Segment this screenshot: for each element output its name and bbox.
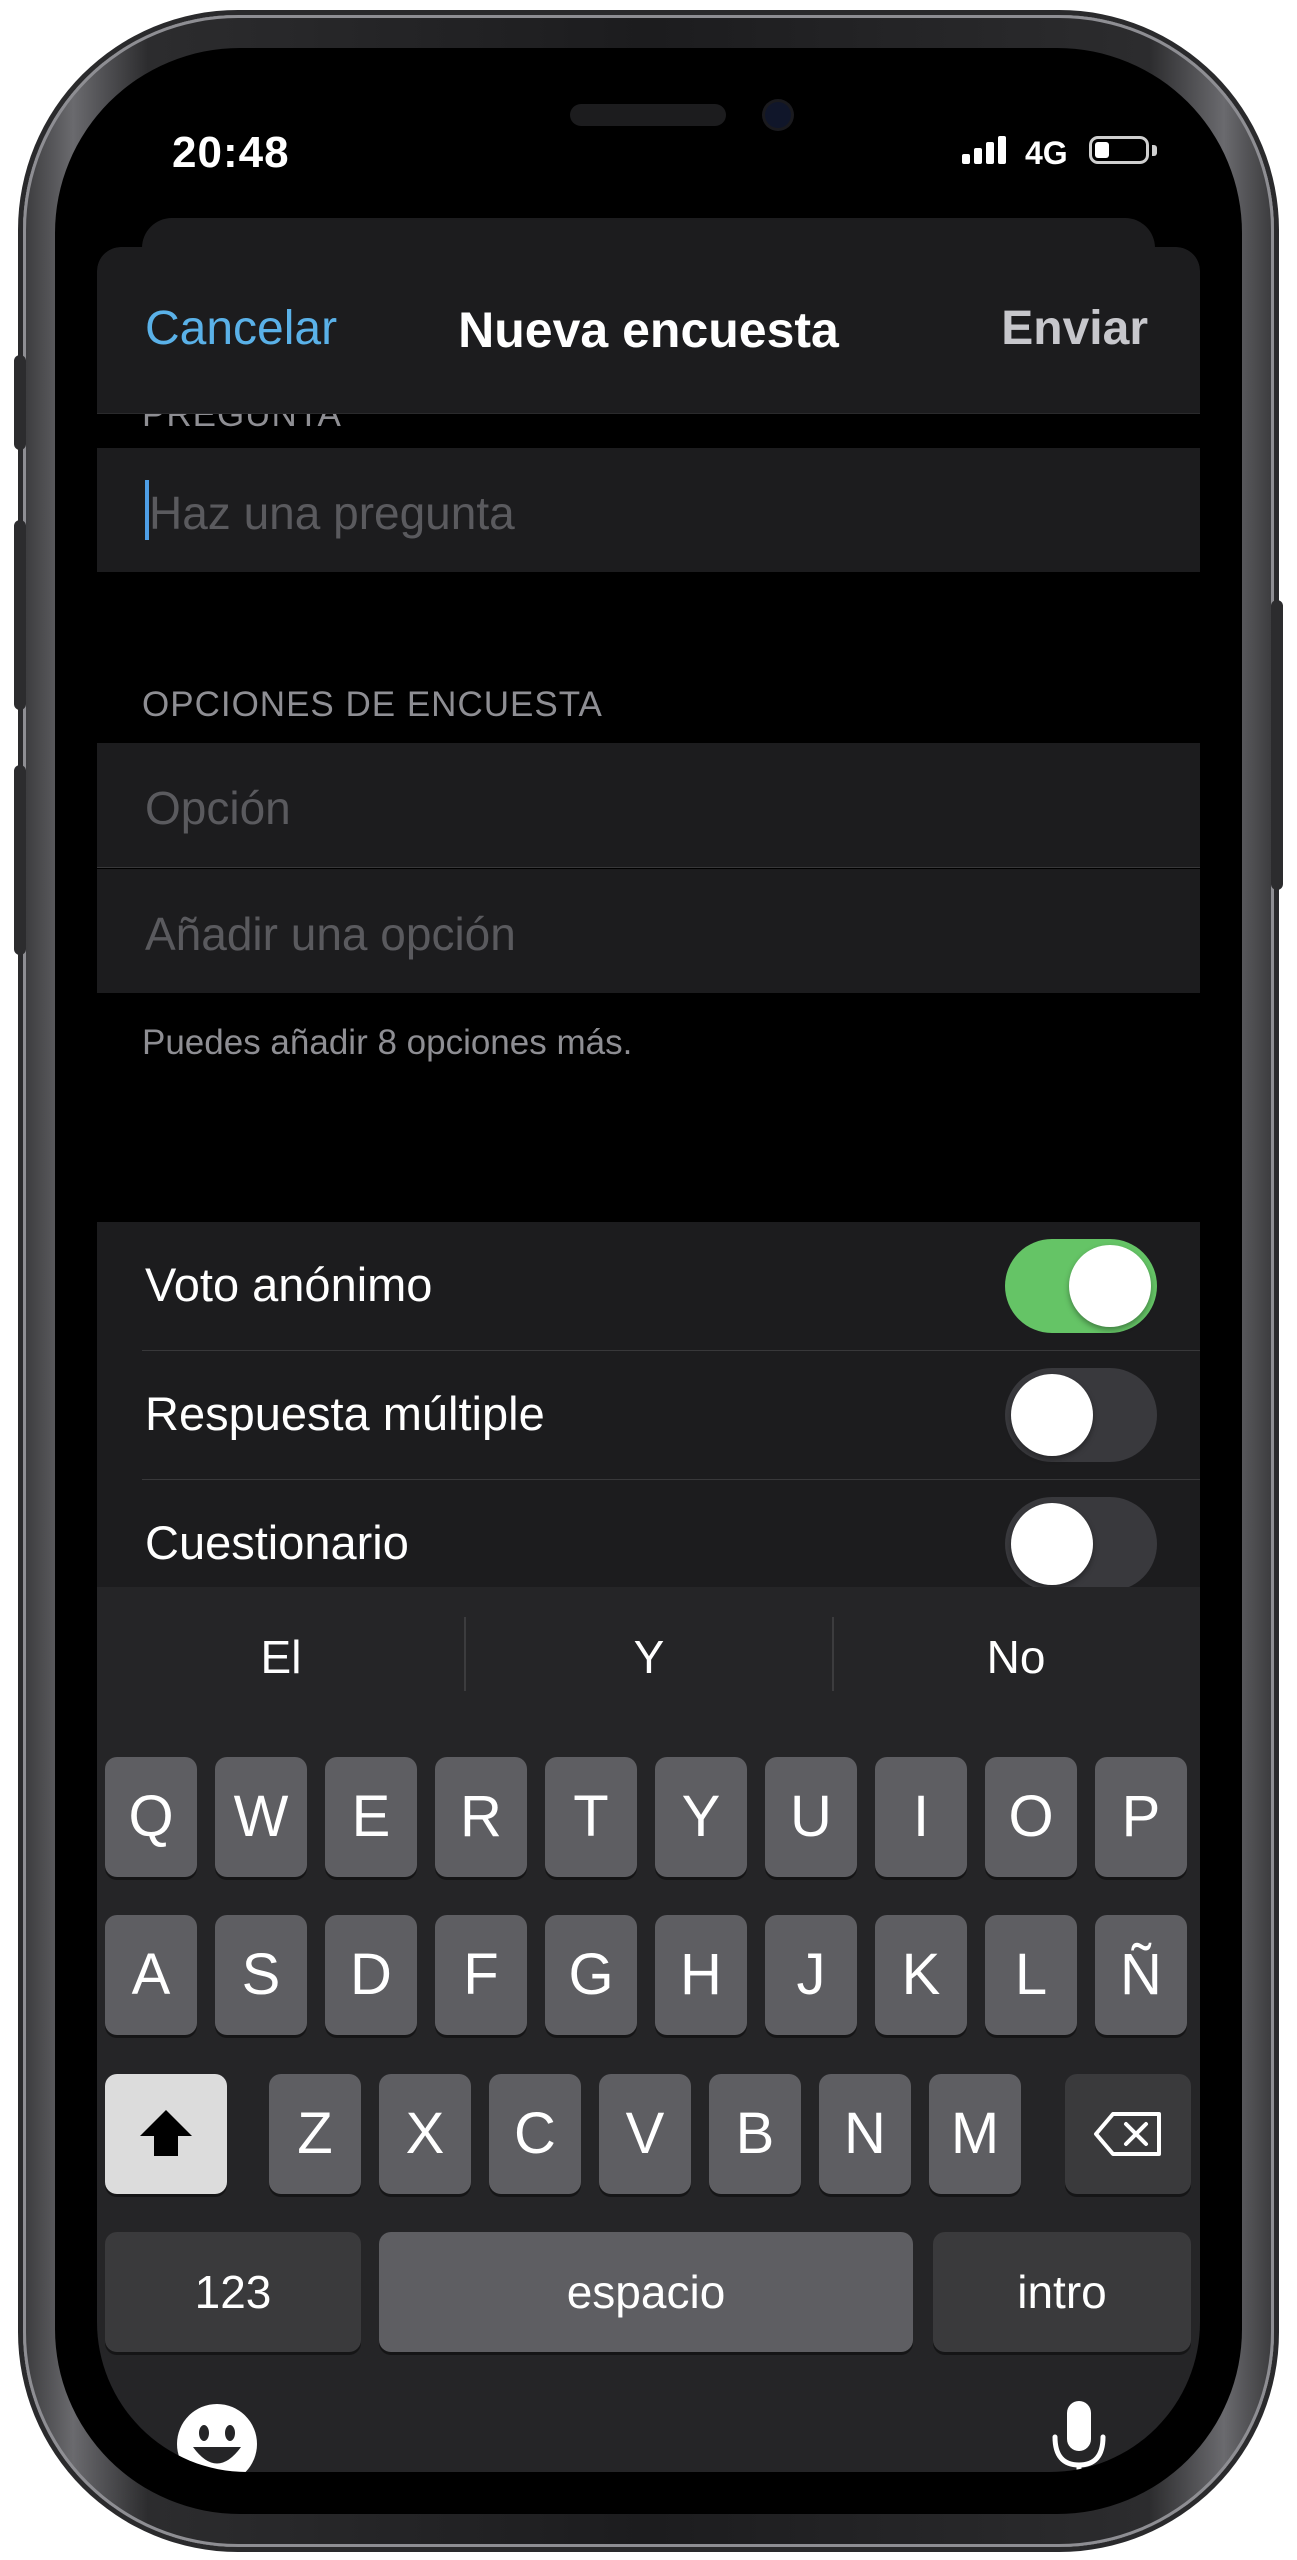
screen: 20:48 4G P RE G U N T A Cancelar Nueva encuest… [97, 90, 1200, 2472]
multiple-answer-toggle[interactable] [1005, 1368, 1157, 1462]
key-i[interactable]: I [875, 1757, 967, 1877]
delete-icon [1094, 2112, 1161, 2156]
signal-icon [962, 136, 1010, 164]
key-ñ[interactable]: Ñ [1095, 1915, 1187, 2035]
key-h[interactable]: H [655, 1915, 747, 2035]
key-v[interactable]: V [599, 2074, 691, 2194]
key-w[interactable]: W [215, 1757, 307, 1877]
key-x[interactable]: X [379, 2074, 471, 2194]
key-a[interactable]: A [105, 1915, 197, 2035]
nav-bar: Cancelar Nueva encuesta Enviar [97, 247, 1200, 414]
keyboard: El Y No QWERTYUIOP ASDFGHJKLÑ ZXCVBNM 12… [97, 1587, 1200, 2472]
shift-key[interactable] [105, 2074, 227, 2194]
front-camera [765, 102, 791, 128]
options-section-label: OPCIONES DE ENCUESTA [142, 685, 603, 724]
microphone-icon[interactable] [1047, 2397, 1111, 2472]
key-q[interactable]: Q [105, 1757, 197, 1877]
add-option-placeholder: Añadir una opción [145, 908, 516, 960]
key-y[interactable]: Y [655, 1757, 747, 1877]
key-e[interactable]: E [325, 1757, 417, 1877]
key-b[interactable]: B [709, 2074, 801, 2194]
battery-icon [1089, 136, 1149, 164]
power-button [1271, 600, 1283, 890]
emoji-icon[interactable] [175, 2402, 259, 2472]
delete-key[interactable] [1065, 2074, 1191, 2194]
key-c[interactable]: C [489, 2074, 581, 2194]
option-separator [97, 867, 1200, 868]
space-key[interactable]: espacio [379, 2232, 913, 2352]
key-d[interactable]: D [325, 1915, 417, 2035]
key-l[interactable]: L [985, 1915, 1077, 2035]
option-input[interactable]: Opción [97, 743, 1200, 867]
question-placeholder: Haz una pregunta [149, 487, 515, 539]
option-placeholder: Opción [145, 782, 291, 834]
speaker-grille [570, 104, 726, 126]
key-u[interactable]: U [765, 1757, 857, 1877]
quiz-label: Cuestionario [145, 1516, 409, 1569]
quiz-toggle[interactable] [1005, 1497, 1157, 1591]
settings-separator [142, 1479, 1200, 1480]
anonymous-vote-toggle[interactable] [1005, 1239, 1157, 1333]
multiple-answer-label: Respuesta múltiple [145, 1387, 545, 1440]
numbers-key[interactable]: 123 [105, 2232, 361, 2352]
key-j[interactable]: J [765, 1915, 857, 2035]
shift-icon [140, 2110, 192, 2156]
suggestion-1[interactable]: El [97, 1617, 465, 1697]
key-m[interactable]: M [929, 2074, 1021, 2194]
add-option-input[interactable]: Añadir una opción [97, 869, 1200, 993]
volume-up-button [14, 520, 26, 710]
network-label: 4G [1025, 135, 1068, 171]
key-p[interactable]: P [1095, 1757, 1187, 1877]
battery-cap [1152, 145, 1157, 156]
mute-switch [14, 355, 26, 450]
key-k[interactable]: K [875, 1915, 967, 2035]
return-key[interactable]: intro [933, 2232, 1191, 2352]
question-input[interactable]: Haz una pregunta [97, 448, 1200, 572]
volume-down-button [14, 765, 26, 955]
key-o[interactable]: O [985, 1757, 1077, 1877]
anonymous-vote-label: Voto anónimo [145, 1258, 433, 1311]
poll-sheet: PREGUNTA Cancelar Nueva encuesta Enviar … [97, 247, 1200, 2472]
suggestion-2[interactable]: Y [465, 1617, 833, 1697]
send-button[interactable]: Enviar [1001, 301, 1148, 356]
key-t[interactable]: T [545, 1757, 637, 1877]
settings-separator [142, 1350, 1200, 1351]
key-z[interactable]: Z [269, 2074, 361, 2194]
key-r[interactable]: R [435, 1757, 527, 1877]
key-f[interactable]: F [435, 1915, 527, 2035]
key-s[interactable]: S [215, 1915, 307, 2035]
key-g[interactable]: G [545, 1915, 637, 2035]
status-time: 20:48 [172, 128, 290, 177]
suggestion-3[interactable]: No [832, 1617, 1200, 1697]
options-hint: Puedes añadir 8 opciones más. [142, 1023, 633, 1062]
settings-group: Voto anónimo Respuesta múltiple Cuestion… [97, 1222, 1200, 1612]
key-n[interactable]: N [819, 2074, 911, 2194]
